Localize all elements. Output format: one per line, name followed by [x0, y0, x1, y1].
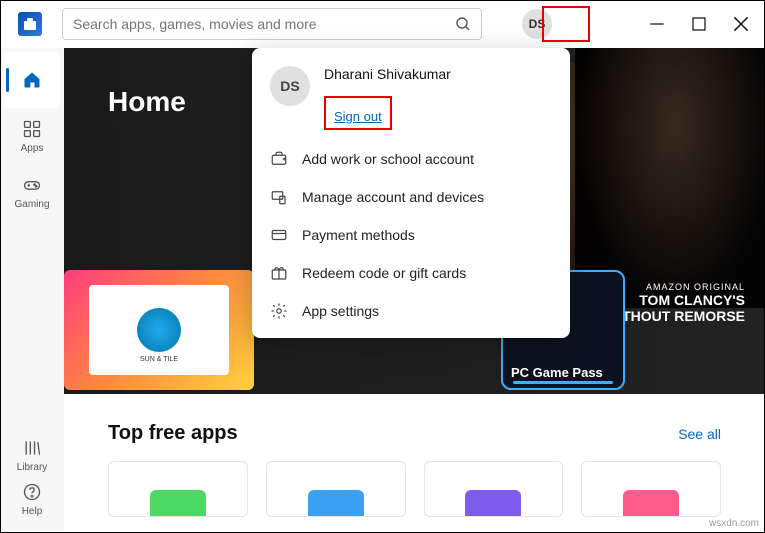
menu-item-label: Manage account and devices: [302, 189, 484, 205]
account-email-redacted: [324, 84, 474, 96]
hero-badge-line1: AMAZON ORIGINAL: [605, 282, 745, 292]
account-header: DS Dharani Shivakumar Sign out: [252, 60, 570, 140]
menu-item-manage-account[interactable]: Manage account and devices: [252, 178, 570, 216]
menu-item-payment-methods[interactable]: Payment methods: [252, 216, 570, 254]
app-icon: [150, 490, 206, 516]
menu-item-label: Add work or school account: [302, 151, 474, 167]
account-name: Dharani Shivakumar: [324, 66, 474, 82]
account-dropdown: DS Dharani Shivakumar Sign out Add work …: [252, 48, 570, 338]
nav-apps[interactable]: Apps: [4, 108, 60, 164]
search-input[interactable]: [73, 16, 455, 32]
menu-item-label: App settings: [302, 303, 379, 319]
search-bar[interactable]: [62, 8, 482, 40]
hero-art-person-2: [575, 48, 765, 308]
hero-card-pc-label: PC Game Pass: [511, 365, 615, 380]
nav-home[interactable]: [4, 52, 60, 108]
menu-item-redeem-code[interactable]: Redeem code or gift cards: [252, 254, 570, 292]
app-card[interactable]: [581, 461, 721, 517]
app-card[interactable]: [424, 461, 564, 517]
title-bar: DS: [0, 0, 765, 48]
maximize-button[interactable]: [691, 16, 707, 32]
menu-item-add-work-account[interactable]: Add work or school account: [252, 140, 570, 178]
section-top-free-apps: Top free apps See all: [64, 398, 765, 517]
app-icon: [465, 490, 521, 516]
hero-badge-line2: TOM CLANCY'S: [605, 292, 745, 308]
menu-item-label: Redeem code or gift cards: [302, 265, 466, 281]
sign-out-link[interactable]: Sign out: [332, 108, 384, 125]
close-button[interactable]: [733, 16, 749, 32]
minimize-button[interactable]: [649, 16, 665, 32]
watermark: wsxdn.com: [709, 518, 759, 529]
sidebar-nav: Apps Gaming Library Help: [0, 48, 64, 533]
search-icon[interactable]: [455, 16, 471, 32]
hero-badge-line3: WITHOUT REMORSE: [605, 308, 745, 324]
nav-gaming-label: Gaming: [14, 199, 49, 210]
hero-card-circle-icon: [137, 308, 181, 352]
nav-help[interactable]: Help: [4, 471, 60, 527]
menu-item-app-settings[interactable]: App settings: [252, 292, 570, 330]
app-card[interactable]: [266, 461, 406, 517]
nav-apps-label: Apps: [21, 143, 44, 154]
avatar: DS: [270, 66, 310, 106]
hero-card-caption: SUN & TILE: [140, 356, 178, 363]
app-icon: [308, 490, 364, 516]
annotation-highlight-signout: Sign out: [324, 96, 392, 130]
hero-badge-amazon: AMAZON ORIGINAL TOM CLANCY'S WITHOUT REM…: [605, 282, 745, 324]
hero-card-progress: [513, 381, 613, 384]
app-icon: [623, 490, 679, 516]
section-title: Top free apps: [108, 422, 238, 445]
see-all-link[interactable]: See all: [678, 426, 721, 442]
hero-card-promo[interactable]: SUN & TILE: [64, 270, 254, 390]
nav-help-label: Help: [22, 506, 43, 517]
menu-item-label: Payment methods: [302, 227, 415, 243]
nav-gaming[interactable]: Gaming: [4, 164, 60, 220]
hero-card-promo-inner: SUN & TILE: [89, 285, 229, 375]
page-title: Home: [108, 86, 186, 118]
profile-button[interactable]: DS: [522, 9, 552, 39]
app-card[interactable]: [108, 461, 248, 517]
window-controls: [649, 0, 759, 48]
store-logo-icon: [18, 12, 42, 36]
